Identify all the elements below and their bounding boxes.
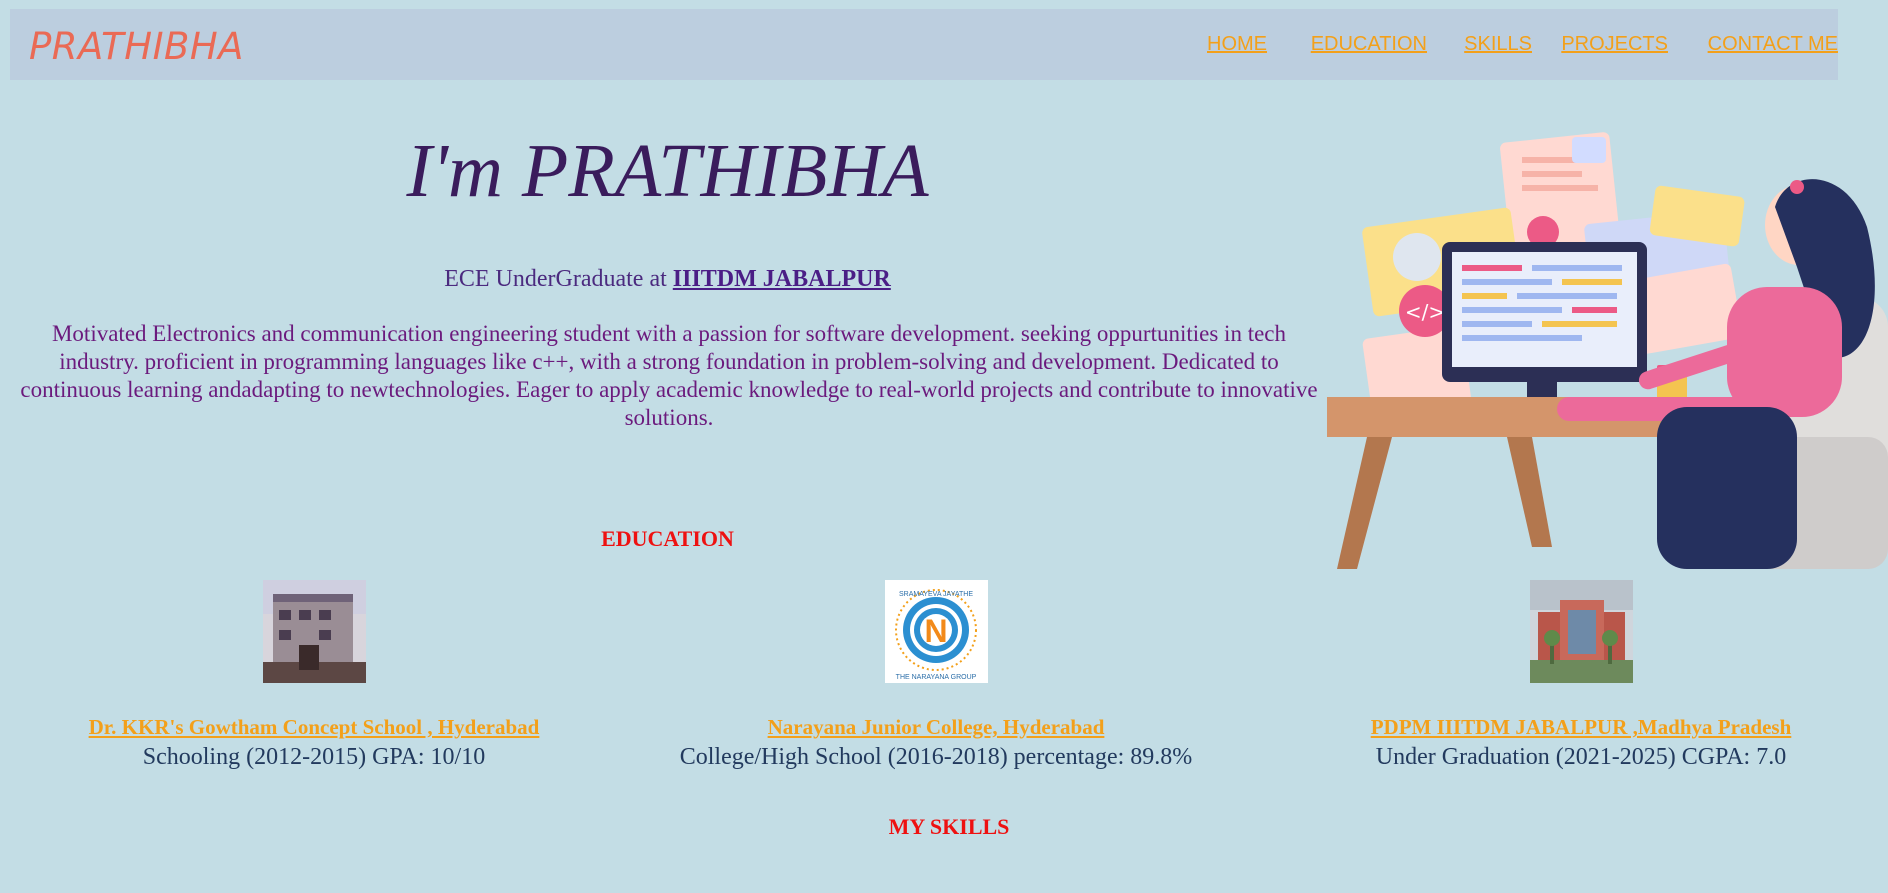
skills-heading: MY SKILLS xyxy=(888,814,1010,839)
education-heading: EDUCATION xyxy=(601,526,734,551)
nav-link-projects[interactable]: PROJECTS xyxy=(1561,33,1668,56)
college-name-link[interactable]: Narayana Junior College, Hyderabad xyxy=(656,715,1216,740)
institute-link[interactable]: IIITDM JABALPUR xyxy=(673,266,891,292)
logo-letter: N xyxy=(924,613,947,649)
nav-link-education[interactable]: EDUCATION xyxy=(1311,33,1427,56)
university-detail: Under Graduation (2021-2025) CGPA: 7.0 xyxy=(1375,744,1787,770)
top-navbar: PRATHIBHA HOME EDUCATION SKILLS PROJECTS… xyxy=(10,9,1838,80)
hero-subtitle: ECE UnderGraduate at IIITDM JABALPUR xyxy=(0,266,1335,293)
hero-title: I'm PRATHIBHA xyxy=(406,129,929,213)
subtitle-prefix: ECE UnderGraduate at xyxy=(444,266,667,292)
logo-bottom-text: THE NARAYANA GROUP xyxy=(895,674,976,681)
developer-illustration: </> xyxy=(1327,107,1888,569)
hero-bio: Motivated Electronics and communication … xyxy=(20,321,1318,430)
svg-text:</>: </> xyxy=(1405,300,1445,324)
logo-top-text: SRAMAYEVA JAYATHE xyxy=(898,591,972,598)
school-photo xyxy=(262,580,366,683)
nav-link-skills[interactable]: SKILLS xyxy=(1464,33,1532,56)
narayana-logo: N SRAMAYEVA JAYATHE THE NARAYANA GROUP xyxy=(884,580,988,683)
university-name-link[interactable]: PDPM IIITDM JABALPUR ,Madhya Pradesh xyxy=(1301,715,1861,740)
nav-link-home[interactable]: HOME xyxy=(1207,33,1267,56)
school-name-link[interactable]: Dr. KKR's Gowtham Concept School , Hyder… xyxy=(34,715,594,740)
brand-logo[interactable]: PRATHIBHA xyxy=(29,25,244,68)
university-photo xyxy=(1529,580,1633,683)
college-detail: College/High School (2016-2018) percenta… xyxy=(679,744,1193,770)
education-card: N SRAMAYEVA JAYATHE THE NARAYANA GROUP N… xyxy=(656,580,1216,771)
education-card: PDPM IIITDM JABALPUR ,Madhya Pradesh Und… xyxy=(1301,580,1861,771)
school-detail: Schooling (2012-2015) GPA: 10/10 xyxy=(142,744,486,770)
nav-link-contact[interactable]: CONTACT ME xyxy=(1708,33,1838,56)
education-card: Dr. KKR's Gowtham Concept School , Hyder… xyxy=(34,580,594,771)
